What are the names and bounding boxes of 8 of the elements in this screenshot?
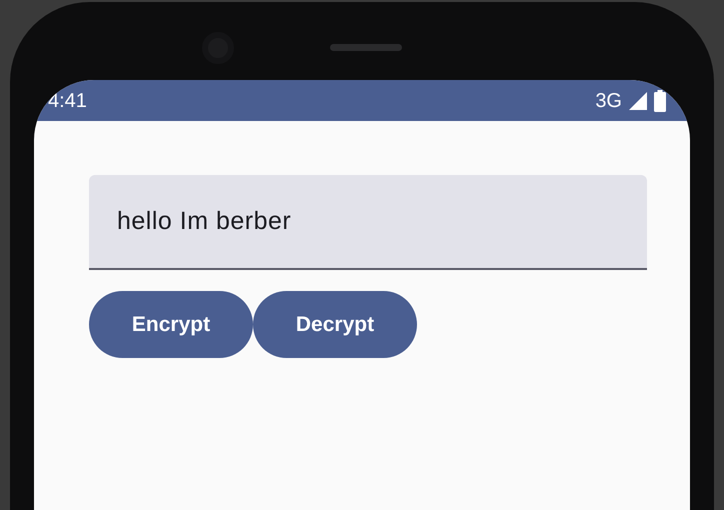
signal-icon — [628, 90, 648, 110]
action-button[interactable]: Encrypt — [89, 291, 253, 358]
text-input-field[interactable]: hello Im berber — [89, 175, 647, 270]
network-type: 3G — [595, 88, 622, 114]
speaker-grille — [330, 44, 402, 51]
battery-icon — [654, 90, 666, 112]
action-button[interactable]: Decrypt — [253, 291, 417, 358]
status-time: 4:41 — [48, 88, 87, 114]
